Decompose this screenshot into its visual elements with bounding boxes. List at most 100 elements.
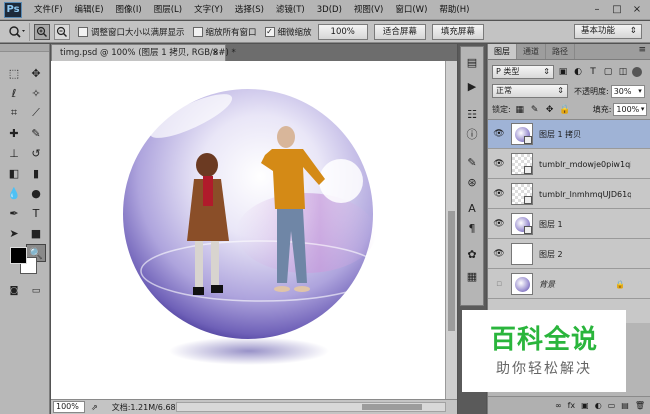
menu-window[interactable]: 窗口(W) [389, 0, 433, 20]
resize-windows-option[interactable]: 调整窗口大小以满屏显示 [78, 26, 185, 38]
panel-menu-icon[interactable]: ≡ [638, 45, 646, 55]
adjustment-filter-icon[interactable]: ◐ [572, 66, 584, 78]
pen-tool-icon[interactable]: ✒ [4, 204, 24, 222]
menu-help[interactable]: 帮助(H) [433, 0, 475, 20]
type-tool-icon[interactable]: T [26, 204, 46, 222]
zoom-all-checkbox[interactable] [192, 26, 203, 37]
fill-field[interactable]: 100% ▾ [613, 103, 648, 116]
tab-channels[interactable]: 通道 [517, 44, 546, 59]
opacity-field[interactable]: 30% ▾ [610, 84, 645, 98]
link-layers-icon[interactable]: ∞ [555, 401, 562, 410]
menu-3d[interactable]: 3D(D) [311, 0, 348, 20]
horizontal-scrollbar[interactable] [176, 402, 446, 412]
marquee-tool-icon[interactable]: ⬚ [4, 64, 24, 82]
layer-row[interactable]: 👁 图层 2 [488, 240, 650, 269]
lock-image-icon[interactable]: ✎ [529, 104, 541, 116]
layer-row[interactable]: 👁 图层 1 拷贝 [488, 120, 650, 149]
new-layer-icon[interactable]: ▤ [621, 401, 629, 410]
eraser-tool-icon[interactable]: ◧ [4, 164, 24, 182]
history-brush-tool-icon[interactable]: ↺ [26, 144, 46, 162]
shape-filter-icon[interactable]: ▢ [602, 66, 614, 78]
type-filter-icon[interactable]: T [587, 66, 599, 78]
screen-mode-icon[interactable]: ▭ [26, 282, 46, 300]
resize-windows-checkbox[interactable] [78, 26, 88, 37]
menu-file[interactable]: 文件(F) [28, 0, 69, 20]
brush-panel-icon[interactable]: ✎ [461, 153, 483, 171]
group-icon[interactable]: ▭ [608, 401, 616, 410]
zoom-all-windows-option[interactable]: 缩放所有窗口 [192, 26, 257, 38]
menu-edit[interactable]: 编辑(E) [69, 0, 110, 20]
scrubby-zoom-checkbox[interactable]: ✓ [264, 26, 275, 37]
foreground-color-swatch[interactable] [10, 247, 27, 264]
lock-all-icon[interactable]: 🔒 [559, 104, 571, 116]
status-share-icon[interactable]: ⇗ [91, 403, 98, 412]
toolbox-grip[interactable] [0, 44, 49, 52]
gradient-tool-icon[interactable]: ▮ [26, 164, 46, 182]
menu-view[interactable]: 视图(V) [348, 0, 389, 20]
minimize-button[interactable]: – [588, 2, 606, 17]
path-selection-tool-icon[interactable]: ➤ [4, 224, 24, 242]
canvas[interactable] [51, 61, 445, 399]
crop-tool-icon[interactable]: ⌗ [4, 104, 24, 122]
layer-row[interactable]: 👁 tumblr_lnmhmqUJD61qik... [488, 180, 650, 209]
document-tab[interactable]: timg.psd @ 100% (图层 1 拷贝, RGB/8#) * × [51, 44, 236, 61]
lock-transparent-icon[interactable]: ▦ [514, 104, 526, 116]
info-panel-icon[interactable]: ⓘ [461, 125, 483, 143]
magic-wand-tool-icon[interactable]: ✧ [26, 84, 46, 102]
menu-layer[interactable]: 图层(L) [148, 0, 188, 20]
current-tool-preset[interactable] [4, 22, 30, 41]
menu-select[interactable]: 选择(S) [229, 0, 270, 20]
menu-image[interactable]: 图像(I) [110, 0, 148, 20]
zoom-in-button[interactable] [34, 23, 50, 40]
eye-off-icon[interactable]: ▫ [492, 279, 506, 289]
kind-filter-dropdown[interactable]: P 类型 ⇕ [492, 65, 554, 79]
eye-icon[interactable]: 👁 [492, 159, 506, 169]
layer-row[interactable]: 👁 图层 1 [488, 210, 650, 239]
menu-type[interactable]: 文字(Y) [188, 0, 229, 20]
brush-tool-icon[interactable]: ✎ [26, 124, 46, 142]
properties-panel-icon[interactable]: ☷ [461, 105, 483, 123]
layer-row[interactable]: 👁 tumblr_mdowje0piw1qik... [488, 150, 650, 179]
status-zoom-field[interactable]: 100% [53, 401, 85, 413]
blur-tool-icon[interactable]: 💧 [4, 184, 24, 202]
adjustment-layer-icon[interactable]: ◐ [595, 401, 602, 410]
grid-panel-icon[interactable]: ▦ [461, 267, 483, 285]
fx-icon[interactable]: fx [568, 401, 576, 410]
close-tab-icon[interactable]: × [212, 45, 219, 61]
maximize-button[interactable]: □ [608, 2, 626, 17]
healing-brush-tool-icon[interactable]: ✚ [4, 124, 24, 142]
workspace-dropdown[interactable]: 基本功能 ⇕ [574, 24, 642, 39]
horizontal-scroll-thumb[interactable] [362, 404, 422, 410]
eye-icon[interactable]: 👁 [492, 219, 506, 229]
shape-tool-icon[interactable]: ■ [26, 224, 46, 242]
fill-screen-button[interactable]: 填充屏幕 [431, 23, 484, 40]
filter-toggle[interactable] [632, 67, 642, 77]
paragraph-panel-icon[interactable]: ¶ [461, 219, 483, 237]
layer-row[interactable]: ▫ 背景 🔒 [488, 270, 650, 299]
clone-source-panel-icon[interactable]: ⊛ [461, 173, 483, 191]
vertical-scroll-thumb[interactable] [448, 211, 455, 331]
zoom-out-button[interactable] [54, 23, 70, 40]
layer-mask-icon[interactable]: ▣ [581, 401, 589, 410]
actions-panel-icon[interactable]: ▶ [461, 77, 483, 95]
clone-stamp-tool-icon[interactable]: ⊥ [4, 144, 24, 162]
move-tool-icon[interactable]: ✥ [26, 64, 46, 82]
3d-panel-icon[interactable]: ✿ [461, 245, 483, 263]
tab-layers[interactable]: 图层 [488, 44, 517, 59]
blend-mode-dropdown[interactable]: 正常 ⇕ [492, 84, 568, 98]
quick-mask-icon[interactable]: ◙ [4, 282, 24, 300]
eyedropper-tool-icon[interactable]: ⟋ [26, 104, 46, 122]
fit-screen-button[interactable]: 适合屏幕 [373, 23, 426, 40]
eye-icon[interactable]: 👁 [492, 129, 506, 139]
vertical-scrollbar[interactable] [445, 61, 457, 399]
close-button[interactable]: × [628, 2, 646, 17]
dodge-tool-icon[interactable]: ● [26, 184, 46, 202]
menu-filter[interactable]: 滤镜(T) [270, 0, 311, 20]
eye-icon[interactable]: 👁 [492, 189, 506, 199]
tab-paths[interactable]: 路径 [546, 44, 575, 59]
smart-object-filter-icon[interactable]: ◫ [617, 66, 629, 78]
history-panel-icon[interactable]: ▤ [461, 53, 483, 71]
pixel-filter-icon[interactable]: ▣ [557, 66, 569, 78]
zoom-100-button[interactable]: 100% [317, 23, 368, 40]
lock-position-icon[interactable]: ✥ [544, 104, 556, 116]
